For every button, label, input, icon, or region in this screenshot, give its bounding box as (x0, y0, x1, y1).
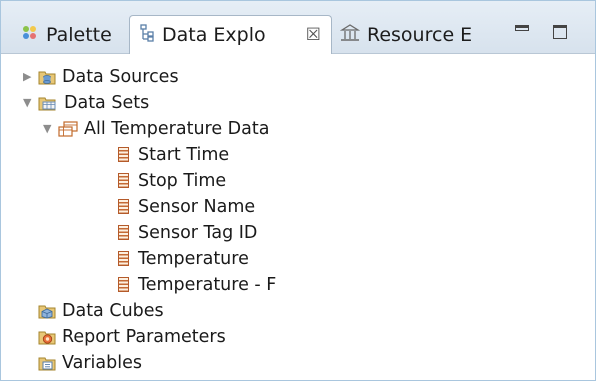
data-cubes-icon (38, 303, 56, 319)
palette-icon (21, 24, 39, 47)
tree-item-data-sets[interactable]: ▼ Data Sets (23, 90, 149, 115)
tab-data-explorer-label: Data Explo (162, 24, 266, 46)
tree-item-label: All Temperature Data (84, 118, 270, 139)
tree-item-label: Temperature - F (138, 274, 277, 295)
expand-arrow-icon[interactable]: ▶ (23, 70, 35, 83)
column-icon (118, 225, 129, 240)
column-icon (118, 251, 129, 266)
tab-resource-explorer-label: Resource E (367, 24, 473, 46)
tree-item-data-cubes[interactable]: Data Cubes (38, 298, 164, 323)
tree-item-column[interactable]: Sensor Tag ID (118, 220, 257, 245)
report-parameters-icon (38, 329, 56, 345)
variables-icon (38, 355, 56, 371)
tree-item-all-temperature-data[interactable]: ▼ All Temperature Data (43, 116, 269, 141)
tab-resource-explorer[interactable]: Resource E (339, 17, 490, 53)
data-sources-icon (38, 69, 56, 85)
column-icon (118, 199, 129, 214)
tree-item-label: Temperature (138, 248, 249, 269)
tree-item-column[interactable]: Temperature (118, 246, 249, 271)
tree-item-label: Report Parameters (62, 326, 226, 347)
tab-data-explorer[interactable]: Data Explo ☒ (129, 15, 332, 54)
column-icon (118, 147, 129, 162)
column-icon (118, 277, 129, 292)
tree-item-variables[interactable]: Variables (38, 350, 142, 375)
data-explorer-view: Palette Data Explo ☒ Resource E ▶ Data S… (0, 0, 596, 381)
minimize-button[interactable] (515, 25, 529, 31)
tree-item-label: Start Time (138, 144, 230, 165)
close-icon[interactable]: ☒ (306, 25, 321, 45)
tree-item-label: Sensor Tag ID (138, 222, 258, 243)
collapse-arrow-icon[interactable]: ▼ (23, 96, 35, 109)
tree-item-data-sources[interactable]: ▶ Data Sources (23, 64, 179, 89)
tree-item-label: Data Cubes (62, 300, 164, 321)
tree-item-report-parameters[interactable]: Report Parameters (38, 324, 226, 349)
column-icon (118, 173, 129, 188)
data-set-icon (58, 120, 78, 137)
tree-item-column[interactable]: Stop Time (118, 168, 226, 193)
tree-item-label: Stop Time (138, 170, 227, 191)
view-tab-bar: Palette Data Explo ☒ Resource E (1, 1, 595, 54)
tree-item-column[interactable]: Sensor Name (118, 194, 255, 219)
tree-item-label: Variables (62, 352, 142, 373)
tab-palette-label: Palette (46, 24, 112, 46)
tree-item-label: Data Sources (62, 66, 179, 87)
tree-item-column[interactable]: Temperature - F (118, 272, 276, 297)
tree-item-label: Sensor Name (138, 196, 256, 217)
resource-explorer-icon (339, 23, 361, 47)
maximize-button[interactable] (553, 25, 567, 39)
tree-item-label: Data Sets (64, 92, 150, 113)
data-explorer-icon (139, 23, 155, 47)
tab-palette[interactable]: Palette (21, 17, 129, 53)
tree-item-column[interactable]: Start Time (118, 142, 229, 167)
data-sets-icon (38, 95, 58, 111)
collapse-arrow-icon[interactable]: ▼ (43, 122, 55, 135)
